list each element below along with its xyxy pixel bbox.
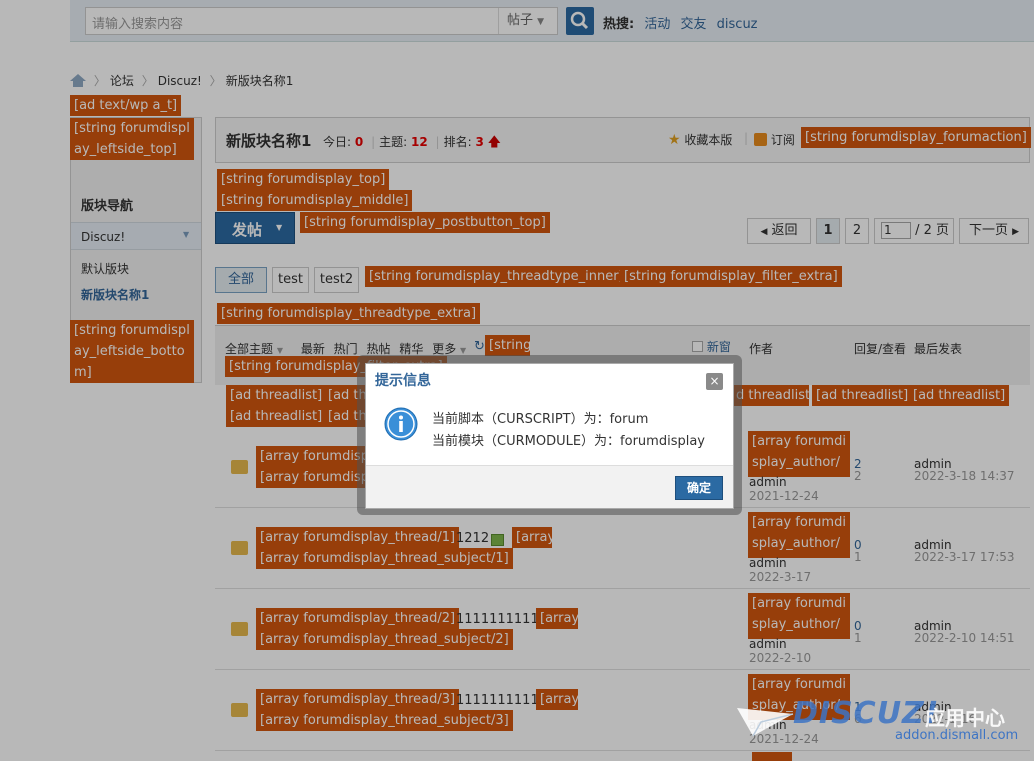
dialog-footer: 确定 xyxy=(366,465,733,508)
dialog-line-2: 当前模块（CURMODULE）为：forumdisplay xyxy=(432,434,705,449)
discuz-watermark: DISCUZ! 应用中心 addon.dismall.com xyxy=(735,696,1034,756)
info-icon xyxy=(384,407,418,441)
dialog-line-1: 当前脚本（CURSCRIPT）为：forum xyxy=(432,412,649,427)
close-icon[interactable]: × xyxy=(706,373,723,390)
watermark-sub: 应用中心 xyxy=(925,706,1005,730)
ok-button[interactable]: 确定 xyxy=(675,476,723,500)
paper-plane-icon xyxy=(737,708,794,737)
watermark-url: addon.dismall.com xyxy=(895,728,1019,743)
dialog-title: 提示信息 xyxy=(375,373,431,389)
watermark-brand: DISCUZ! xyxy=(793,696,940,731)
message-dialog: 提示信息 × 当前脚本（CURSCRIPT）为：forum 当前模块（CURMO… xyxy=(365,363,734,509)
